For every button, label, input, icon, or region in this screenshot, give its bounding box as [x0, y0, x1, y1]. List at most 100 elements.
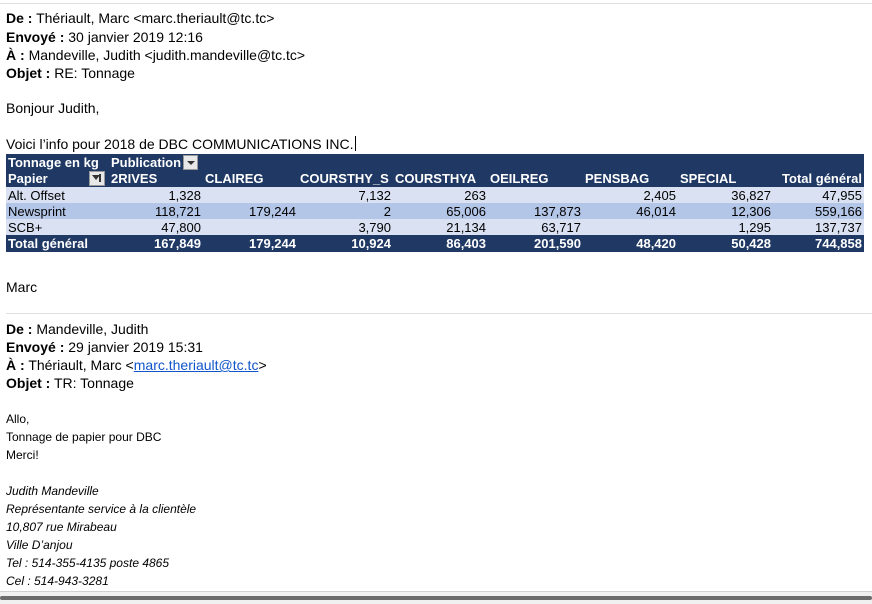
signature-title: Représentante service à la clientèle	[6, 502, 197, 516]
message-separator	[6, 313, 872, 314]
intro-text: Voici l’info pour 2018 de DBC COMMUNICAT…	[6, 136, 354, 152]
scrollbar-thumb[interactable]	[0, 596, 872, 600]
cell-total: 137,737	[773, 219, 864, 235]
greeting: Bonjour Judith,	[6, 100, 100, 116]
orig-to-label: À :	[6, 357, 25, 373]
orig-line-1: Allo,	[6, 412, 30, 426]
orig-sent-label: Envoyé :	[6, 339, 65, 355]
total-cell: 167,849	[109, 235, 203, 252]
cell	[203, 187, 298, 203]
pivot-table[interactable]: Tonnage en kg Publication Papier 2RIVES …	[6, 154, 864, 252]
total-cell: 86,403	[393, 235, 488, 252]
total-cell: 48,420	[583, 235, 678, 252]
col-header: CLAIREG	[203, 170, 298, 187]
cell: 3,790	[298, 219, 393, 235]
cell	[203, 219, 298, 235]
to-value[interactable]: Mandeville, Judith <judith.mandeville@tc…	[29, 47, 305, 63]
column-filter-dropdown-icon[interactable]	[183, 154, 199, 170]
col-header: COURSTHY_S	[298, 170, 393, 187]
cell-total: 559,166	[773, 203, 864, 219]
row-label: SCB+	[6, 219, 109, 235]
row-label: Newsprint	[6, 203, 109, 219]
col-header-total: Total général	[773, 170, 864, 187]
cell: 1,295	[678, 219, 773, 235]
email-link[interactable]: marc.theriault@tc.tc	[134, 357, 259, 373]
cell: 179,244	[203, 203, 298, 219]
cell: 47,800	[109, 219, 203, 235]
total-cell: 201,590	[488, 235, 583, 252]
from-value[interactable]: Thériault, Marc <marc.theriault@tc.tc>	[36, 10, 274, 26]
table-row: Newsprint 118,721 179,244 2 65,006 137,8…	[6, 203, 864, 219]
cell: 263	[393, 187, 488, 203]
row-field-label: Papier	[8, 171, 48, 186]
cell: 36,827	[678, 187, 773, 203]
orig-subject-label: Objet :	[6, 375, 51, 391]
orig-from: De : Mandeville, Judith	[6, 320, 148, 339]
cell: 63,717	[488, 219, 583, 235]
col-header: COURSTHYA	[393, 170, 488, 187]
cell: 118,721	[109, 203, 203, 219]
cell	[583, 219, 678, 235]
table-row: SCB+ 47,800 3,790 21,134 63,717 1,295 13…	[6, 219, 864, 235]
orig-from-value: Mandeville, Judith	[36, 321, 149, 337]
intro-line[interactable]: Voici l’info pour 2018 de DBC COMMUNICAT…	[6, 136, 356, 152]
orig-sent: Envoyé : 29 janvier 2019 15:31	[6, 338, 203, 357]
col-header: 2RIVES	[109, 170, 203, 187]
subject-value: RE: Tonnage	[54, 65, 135, 81]
column-field-label: Publication	[111, 154, 182, 170]
cell-total: 47,955	[773, 187, 864, 203]
signoff: Marc	[6, 279, 38, 295]
signature-city: Ville D’anjou	[6, 538, 73, 552]
orig-to-suffix: >	[258, 357, 267, 373]
pivot-header-row-2: Papier 2RIVES CLAIREG COURSTHY_S COURSTH…	[6, 170, 864, 187]
row-label: Alt. Offset	[6, 187, 109, 203]
cell: 1,328	[109, 187, 203, 203]
orig-from-label: De :	[6, 321, 33, 337]
pivot-row-field[interactable]: Papier	[6, 170, 109, 187]
signature-tel: Tel : 514-355-4135 poste 4865	[6, 556, 170, 570]
cell: 21,134	[393, 219, 488, 235]
cell: 65,006	[393, 203, 488, 219]
col-header: PENSBAG	[583, 170, 678, 187]
from-label: De :	[6, 10, 33, 26]
grand-total-cell: 744,858	[773, 235, 864, 252]
orig-sent-value: 29 janvier 2019 15:31	[68, 339, 203, 355]
total-cell: 10,924	[298, 235, 393, 252]
pivot-column-field[interactable]: Publication	[109, 154, 864, 170]
col-header: OEILREG	[488, 170, 583, 187]
signature-address: 10,807 rue Mirabeau	[6, 520, 117, 534]
sent-value: 30 janvier 2019 12:16	[68, 29, 203, 45]
reply-sent: Envoyé : 30 janvier 2019 12:16	[6, 28, 203, 47]
orig-line-2: Tonnage de papier pour DBC	[6, 430, 162, 444]
top-separator	[0, 3, 872, 4]
reply-subject: Objet : RE: Tonnage	[6, 64, 135, 83]
to-label: À :	[6, 47, 25, 63]
orig-subject: Objet : TR: Tonnage	[6, 374, 134, 393]
total-cell: 179,244	[203, 235, 298, 252]
signature-name: Judith Mandeville	[6, 484, 99, 498]
grand-total-row: Total général 167,849 179,244 10,924 86,…	[6, 235, 864, 252]
orig-to-prefix: Thériault, Marc <	[28, 357, 134, 373]
orig-to: À : Thériault, Marc <marc.theriault@tc.t…	[6, 356, 267, 375]
cell: 46,014	[583, 203, 678, 219]
cell	[488, 187, 583, 203]
reply-to: À : Mandeville, Judith <judith.mandevill…	[6, 46, 305, 65]
cell: 7,132	[298, 187, 393, 203]
subject-label: Objet :	[6, 65, 51, 81]
signature-cel: Cel : 514-943-3281	[6, 574, 109, 588]
cell: 137,873	[488, 203, 583, 219]
row-filter-icon[interactable]	[89, 171, 105, 186]
cell: 2	[298, 203, 393, 219]
total-cell: 50,428	[678, 235, 773, 252]
text-cursor	[354, 136, 356, 151]
table-row: Alt. Offset 1,328 7,132 263 2,405 36,827…	[6, 187, 864, 203]
pivot-header-row-1: Tonnage en kg Publication	[6, 154, 864, 170]
cell: 12,306	[678, 203, 773, 219]
orig-line-3: Merci!	[6, 448, 39, 462]
reply-from: De : Thériault, Marc <marc.theriault@tc.…	[6, 9, 274, 28]
pivot-corner-label: Tonnage en kg	[6, 154, 109, 170]
total-label: Total général	[6, 235, 109, 252]
sent-label: Envoyé :	[6, 29, 65, 45]
orig-subject-value: TR: Tonnage	[53, 375, 134, 391]
cell: 2,405	[583, 187, 678, 203]
